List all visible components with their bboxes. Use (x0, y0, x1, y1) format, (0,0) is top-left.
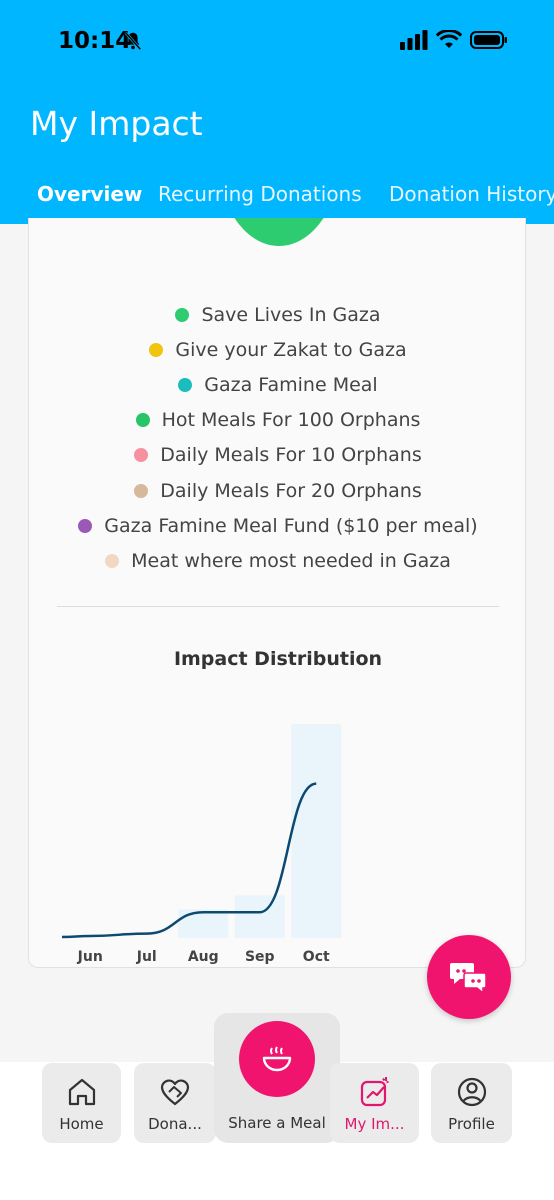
user-icon (457, 1077, 486, 1107)
nav-share-a-meal-label[interactable]: Share a Meal (214, 1114, 340, 1132)
status-icons (400, 30, 508, 50)
legend-item: Hot Meals For 100 Orphans (29, 403, 525, 438)
legend-item: Meat where most needed in Gaza (29, 543, 525, 578)
chart-tick-label: Oct (303, 949, 330, 965)
nav-donate[interactable]: Dona... (134, 1063, 216, 1143)
wifi-icon (436, 30, 462, 48)
impact-chart-icon (360, 1077, 388, 1107)
tab-recurring-donations[interactable]: Recurring Donations (158, 182, 362, 206)
status-time: 10:14 (58, 28, 132, 54)
legend-dot (78, 518, 93, 533)
chat-button[interactable] (427, 935, 511, 1019)
nav-profile[interactable]: Profile (431, 1063, 512, 1143)
chat-icon (450, 963, 487, 994)
chart-tick-label: Jun (77, 949, 103, 965)
chart-bar-oct (291, 723, 342, 938)
chart-tick-label: Jul (136, 949, 157, 965)
legend-dot (175, 307, 190, 322)
chart-bar-sep (234, 895, 285, 938)
legend-dot (178, 377, 193, 392)
heart-handshake-icon (160, 1079, 190, 1106)
nav-my-impact[interactable]: My Im... (330, 1063, 419, 1143)
legend-item: Daily Meals For 10 Orphans (29, 438, 525, 473)
divider (57, 606, 499, 607)
legend-item: Gaza Famine Meal Fund ($10 per meal) (29, 508, 525, 543)
tab-donation-history[interactable]: Donation History (389, 182, 554, 206)
chart-tick-label: Aug (188, 949, 219, 965)
page-title: My Impact (30, 104, 203, 143)
chart-tick-label: Sep (245, 949, 275, 965)
chart-title: Impact Distribution (173, 648, 383, 670)
bowl-icon (262, 1046, 292, 1072)
impact-distribution-chart: Jun Jul Aug Sep Oct (61, 723, 342, 965)
share-a-meal-button[interactable] (239, 1021, 315, 1097)
tab-overview[interactable]: Overview (37, 182, 142, 206)
battery-icon (470, 31, 507, 49)
impact-card: Save Lives In Gaza Give your Zakat to Ga… (28, 218, 526, 968)
legend-dot (134, 448, 149, 463)
pie-chart (215, 218, 343, 246)
legend-item: Give your Zakat to Gaza (29, 332, 525, 367)
pie-legend: Save Lives In Gaza Give your Zakat to Ga… (29, 297, 525, 579)
legend-dot (134, 483, 149, 498)
home-icon (68, 1078, 95, 1106)
bell-muted-icon (124, 31, 142, 51)
legend-item: Daily Meals For 20 Orphans (29, 473, 525, 508)
legend-dot (105, 553, 120, 568)
nav-home[interactable]: Home (42, 1063, 121, 1143)
legend-dot (149, 342, 164, 357)
legend-item: Gaza Famine Meal (29, 367, 525, 402)
legend-item: Save Lives In Gaza (29, 297, 525, 332)
legend-dot (135, 413, 150, 428)
signal-icon (400, 30, 428, 50)
chart-bar-aug (178, 909, 229, 938)
